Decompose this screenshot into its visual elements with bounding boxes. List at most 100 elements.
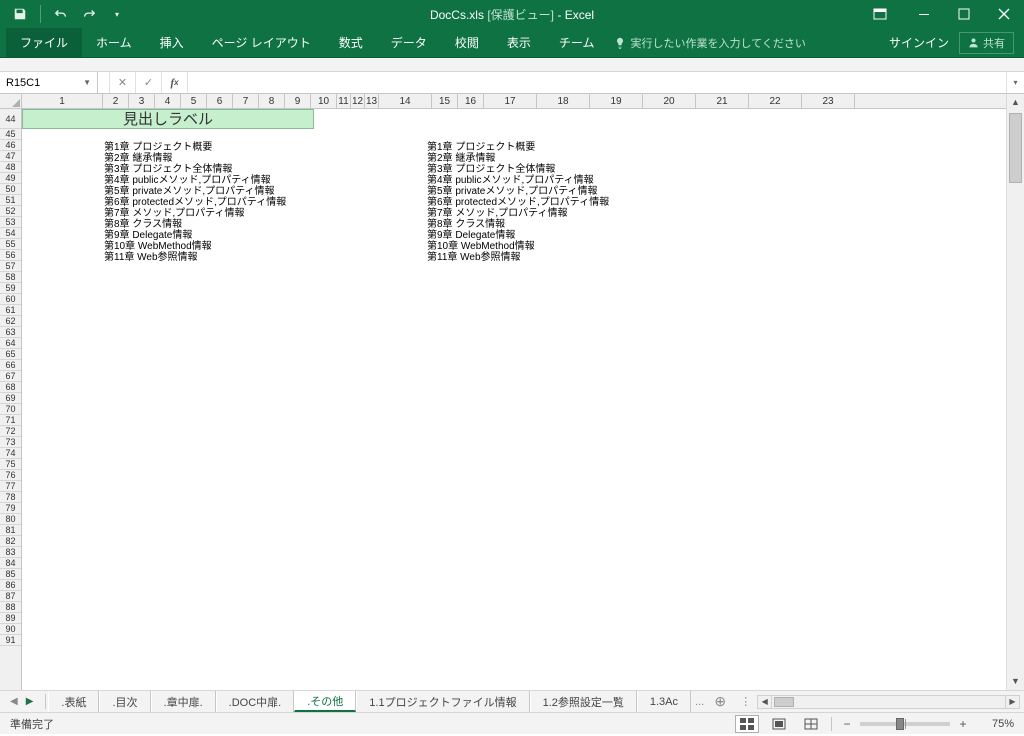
select-all-button[interactable] — [0, 94, 22, 109]
sheet-tab[interactable]: .目次 — [99, 691, 150, 712]
chapter-item[interactable]: 第10章 WebMethod情報 — [427, 241, 609, 252]
col-header[interactable]: 23 — [802, 94, 855, 109]
row-header[interactable]: 66 — [0, 360, 21, 371]
row-header[interactable]: 67 — [0, 371, 21, 382]
redo-button[interactable] — [77, 3, 101, 25]
row-headers[interactable]: 4445464748495051525354555657585960616263… — [0, 109, 22, 690]
col-header[interactable]: 8 — [259, 94, 285, 109]
row-header[interactable]: 59 — [0, 283, 21, 294]
chapter-item[interactable]: 第3章 プロジェクト全体情報 — [427, 164, 609, 175]
col-header[interactable]: 13 — [365, 94, 379, 109]
close-button[interactable] — [984, 0, 1024, 28]
scroll-thumb[interactable] — [1009, 113, 1022, 183]
ribbon-tab-0[interactable]: ファイル — [6, 28, 82, 57]
row-header[interactable]: 78 — [0, 492, 21, 503]
row-header[interactable]: 76 — [0, 470, 21, 481]
row-header[interactable]: 73 — [0, 437, 21, 448]
row-header[interactable]: 72 — [0, 426, 21, 437]
chapter-item[interactable]: 第4章 publicメソッド,プロパティ情報 — [427, 175, 609, 186]
ribbon-tab-2[interactable]: 挿入 — [146, 28, 198, 57]
row-header[interactable]: 62 — [0, 316, 21, 327]
ribbon-tab-1[interactable]: ホーム — [82, 28, 146, 57]
signin-link[interactable]: サインイン — [889, 34, 949, 51]
row-header[interactable]: 89 — [0, 613, 21, 624]
row-header[interactable]: 82 — [0, 536, 21, 547]
col-header[interactable]: 1 — [22, 94, 103, 109]
sheet-tab[interactable]: .その他 — [294, 691, 356, 712]
row-header[interactable]: 86 — [0, 580, 21, 591]
row-header[interactable]: 56 — [0, 250, 21, 261]
col-header[interactable]: 7 — [233, 94, 259, 109]
row-header[interactable]: 48 — [0, 162, 21, 173]
col-header[interactable]: 10 — [311, 94, 337, 109]
ribbon-tab-4[interactable]: 数式 — [325, 28, 377, 57]
chapters-right[interactable]: 第1章 プロジェクト概要第2章 継承情報第3章 プロジェクト全体情報第4章 pu… — [427, 142, 609, 263]
cell-grid[interactable]: 見出しラベル 第1章 プロジェクト概要第2章 継承情報第3章 プロジェクト全体情… — [22, 109, 1006, 690]
row-header[interactable]: 51 — [0, 195, 21, 206]
row-header[interactable]: 85 — [0, 569, 21, 580]
col-header[interactable]: 2 — [103, 94, 129, 109]
sheet-tab[interactable]: 1.1プロジェクトファイル情報 — [356, 691, 529, 712]
chapter-item[interactable]: 第7章 メソッド,プロパティ情報 — [104, 208, 286, 219]
tabs-splitter[interactable]: ⋮ — [736, 695, 755, 708]
ribbon-tab-6[interactable]: 校閲 — [441, 28, 493, 57]
col-header[interactable]: 21 — [696, 94, 749, 109]
row-header[interactable]: 81 — [0, 525, 21, 536]
ribbon-tab-3[interactable]: ページ レイアウト — [198, 28, 325, 57]
chapter-item[interactable]: 第2章 継承情報 — [427, 153, 609, 164]
chapter-item[interactable]: 第5章 privateメソッド,プロパティ情報 — [104, 186, 286, 197]
row-header[interactable]: 65 — [0, 349, 21, 360]
row-header[interactable]: 91 — [0, 635, 21, 646]
name-box-dropdown-icon[interactable]: ▼ — [83, 78, 91, 87]
row-header[interactable]: 58 — [0, 272, 21, 283]
col-header[interactable]: 12 — [351, 94, 365, 109]
chapter-item[interactable]: 第11章 Web参照情報 — [427, 252, 609, 263]
scroll-track[interactable] — [1007, 111, 1024, 673]
col-header[interactable]: 20 — [643, 94, 696, 109]
row-header[interactable]: 83 — [0, 547, 21, 558]
normal-view-button[interactable] — [735, 715, 759, 733]
chapter-item[interactable]: 第11章 Web参照情報 — [104, 252, 286, 263]
col-header[interactable]: 15 — [432, 94, 458, 109]
minimize-button[interactable] — [904, 0, 944, 28]
zoom-in-button[interactable]: + — [956, 717, 970, 731]
col-header[interactable]: 3 — [129, 94, 155, 109]
row-header[interactable]: 47 — [0, 151, 21, 162]
share-button[interactable]: 共有 — [959, 32, 1014, 54]
column-headers[interactable]: 1234567891011121314151617181920212223 — [22, 94, 1006, 109]
row-header[interactable]: 61 — [0, 305, 21, 316]
page-break-view-button[interactable] — [799, 715, 823, 733]
sheet-tab[interactable]: 1.2参照設定一覧 — [530, 691, 637, 712]
chapter-item[interactable]: 第2章 継承情報 — [104, 153, 286, 164]
row-header[interactable]: 79 — [0, 503, 21, 514]
col-header[interactable]: 6 — [207, 94, 233, 109]
row-header[interactable]: 46 — [0, 140, 21, 151]
zoom-slider-knob[interactable] — [896, 718, 904, 730]
sheet-tab[interactable]: .DOC中扉. — [216, 691, 295, 712]
chapter-item[interactable]: 第7章 メソッド,プロパティ情報 — [427, 208, 609, 219]
col-header[interactable]: 19 — [590, 94, 643, 109]
ribbon-tab-7[interactable]: 表示 — [493, 28, 545, 57]
enter-formula-button[interactable]: ✓ — [136, 72, 162, 93]
chapter-item[interactable]: 第1章 プロジェクト概要 — [427, 142, 609, 153]
insert-function-button[interactable]: fx — [162, 72, 188, 93]
hscroll-left-button[interactable]: ◀ — [758, 696, 772, 708]
sheet-tab[interactable]: 1.3Ac — [637, 691, 691, 712]
horizontal-scrollbar[interactable]: ◀ ▶ — [757, 695, 1020, 709]
ribbon-display-options-button[interactable] — [862, 0, 898, 28]
row-header[interactable]: 90 — [0, 624, 21, 635]
page-layout-view-button[interactable] — [767, 715, 791, 733]
row-header[interactable]: 75 — [0, 459, 21, 470]
row-header[interactable]: 64 — [0, 338, 21, 349]
row-header[interactable]: 84 — [0, 558, 21, 569]
col-header[interactable]: 17 — [484, 94, 537, 109]
row-header[interactable]: 63 — [0, 327, 21, 338]
maximize-button[interactable] — [944, 0, 984, 28]
row-header[interactable]: 57 — [0, 261, 21, 272]
scroll-up-button[interactable]: ▲ — [1007, 94, 1024, 111]
chapter-item[interactable]: 第1章 プロジェクト概要 — [104, 142, 286, 153]
chapter-item[interactable]: 第4章 publicメソッド,プロパティ情報 — [104, 175, 286, 186]
row-header[interactable]: 80 — [0, 514, 21, 525]
chapter-item[interactable]: 第8章 クラス情報 — [427, 219, 609, 230]
chapter-item[interactable]: 第8章 クラス情報 — [104, 219, 286, 230]
